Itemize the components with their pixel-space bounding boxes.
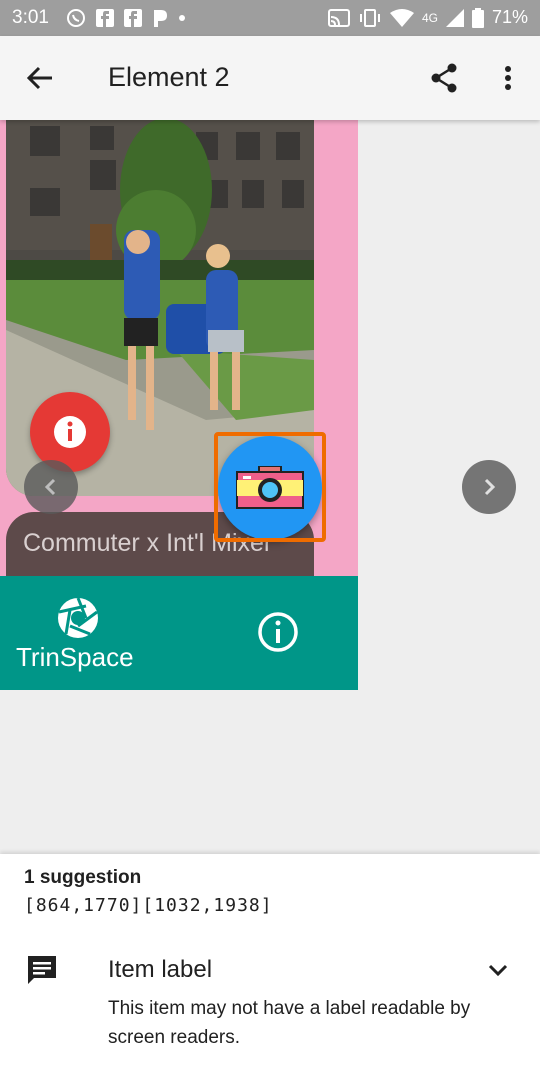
suggestion-description: This item may not have a label readable … <box>108 998 471 1048</box>
element-highlight <box>214 432 326 542</box>
battery-level: 71% <box>491 7 528 27</box>
element-bounds: [864,1770][1032,1938] <box>24 895 273 916</box>
signal-icon <box>445 8 464 27</box>
chevron-right-icon <box>484 478 496 496</box>
vibrate-icon <box>359 8 380 27</box>
chevron-left-icon <box>44 478 56 496</box>
next-button[interactable] <box>462 460 516 514</box>
dot-icon <box>179 15 185 21</box>
page-title: Element 2 <box>108 62 230 92</box>
back-arrow-icon[interactable] <box>24 62 56 94</box>
status-bar: 3:01 4G 71% <box>0 0 540 36</box>
facebook-icon <box>96 9 114 27</box>
chevron-down-icon[interactable] <box>484 956 512 984</box>
facebook-icon <box>124 9 142 27</box>
share-icon[interactable] <box>428 62 460 94</box>
info-fab[interactable] <box>30 392 110 472</box>
previous-button[interactable] <box>24 460 78 514</box>
message-icon <box>28 956 56 984</box>
network-type: 4G <box>421 10 438 25</box>
suggestions-sheet: 1 suggestion [864,1770][1032,1938] Item … <box>0 854 540 1080</box>
notification-icons <box>66 8 186 28</box>
trinspace-bottom-bar: TrinSpace <box>0 576 358 690</box>
suggestion-title[interactable]: Item label <box>108 956 212 984</box>
pandora-icon <box>154 10 167 27</box>
info-icon <box>54 416 86 448</box>
more-vert-icon[interactable] <box>496 62 520 94</box>
app-bar: Element 2 <box>0 36 540 120</box>
suggestion-count: 1 suggestion <box>24 867 142 888</box>
battery-icon <box>471 7 484 28</box>
brand-name: TrinSpace <box>16 642 134 672</box>
whatsapp-icon <box>67 9 85 27</box>
info-outline-icon[interactable] <box>256 610 300 654</box>
aperture-icon <box>58 597 98 638</box>
status-right: 4G 71% <box>327 7 528 28</box>
wifi-icon <box>389 8 414 27</box>
screenshot-preview: Commuter x Int'l Mixer TrinSpace <box>0 120 358 690</box>
cast-icon <box>327 8 350 27</box>
status-time: 3:01 <box>12 7 49 28</box>
